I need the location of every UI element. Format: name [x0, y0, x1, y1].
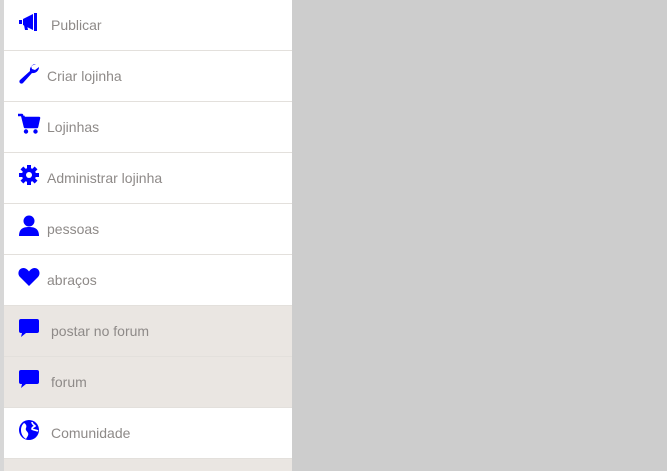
menu-item-administrar-lojinha[interactable]: Administrar lojinha	[4, 153, 292, 204]
megaphone-icon	[17, 11, 41, 33]
menu-item-abracos[interactable]: abraços	[4, 255, 292, 306]
comment-icon	[17, 368, 41, 390]
menu-item-label: Criar lojinha	[47, 68, 122, 84]
menu-item-publicar[interactable]: Publicar	[4, 0, 292, 51]
menu-item-lojinhas[interactable]: Lojinhas	[4, 102, 292, 153]
comment-icon	[17, 317, 41, 339]
heart-icon	[17, 266, 41, 288]
menu-item-label: Administrar lojinha	[47, 170, 163, 186]
user-icon	[17, 215, 41, 237]
menu-item-postar-no-forum[interactable]: postar no forum	[4, 306, 292, 357]
menu-item-label: Comunidade	[51, 425, 131, 441]
menu-item-label: Lojinhas	[47, 119, 100, 135]
menu-item-label: pessoas	[47, 221, 100, 237]
wrench-icon	[17, 62, 41, 84]
menu-item-forum[interactable]: forum	[4, 357, 292, 408]
menu-item-pessoas[interactable]: pessoas	[4, 204, 292, 255]
menu-item-label: postar no forum	[51, 323, 150, 339]
shopping-cart-icon	[17, 113, 41, 135]
menu-item-partial[interactable]	[4, 459, 292, 471]
menu-item-criar-lojinha[interactable]: Criar lojinha	[4, 51, 292, 102]
side-menu: Publicar Criar lojinha Lojinhas Administ…	[4, 0, 292, 471]
menu-item-comunidade[interactable]: Comunidade	[4, 408, 292, 459]
gear-icon	[17, 164, 41, 186]
globe-icon	[17, 419, 41, 441]
menu-item-label: forum	[51, 374, 87, 390]
menu-item-label: abraços	[47, 272, 97, 288]
menu-item-label: Publicar	[51, 17, 102, 33]
